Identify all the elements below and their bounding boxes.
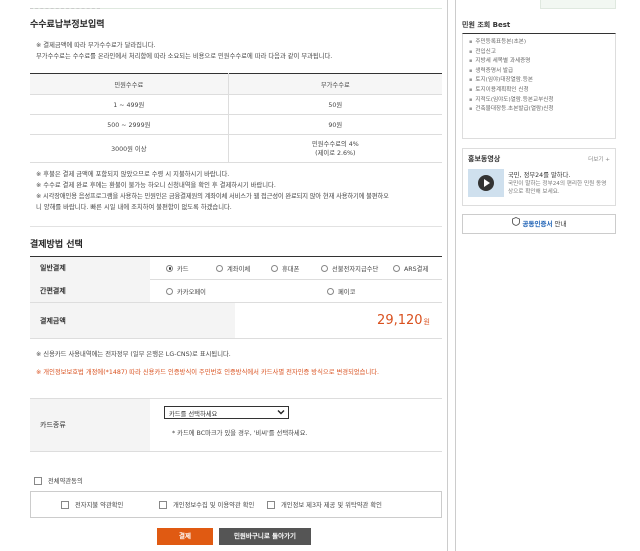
video-thumbnail[interactable] bbox=[468, 169, 504, 197]
main-content: 수수료납부정보입력 ※ 결제금액에 따라 부가수수료가 달라집니다. 부가수수료… bbox=[30, 0, 442, 551]
agreements-box: 전자지불 약관확인 개인정보수집 및 이용약관 확인 개인정보 제3자 제공 및… bbox=[30, 491, 442, 518]
radio-bank-transfer-label: 계좌이체 bbox=[227, 266, 251, 273]
agree-privacy-label: 개인정보수집 및 이용약관 확인 bbox=[173, 502, 255, 509]
best-item[interactable]: 지방세 세목별 과세증명 bbox=[469, 57, 554, 67]
best-item[interactable]: 생력증명서 발급 bbox=[469, 67, 554, 77]
more-link[interactable]: 더보기 + bbox=[588, 155, 610, 163]
payment-amount-unit: 원 bbox=[423, 318, 430, 326]
warning-4: 니 양해를 바랍니다. 빠른 시일 내에 조치하여 불편함이 없도록 하겠습니다… bbox=[36, 204, 232, 211]
card-type-label: 카드종류 bbox=[40, 421, 66, 429]
fee-table-cell: 90원 bbox=[228, 114, 442, 135]
section-rule bbox=[30, 226, 442, 227]
best-item[interactable]: 토지이용계획확인 신청 bbox=[469, 86, 554, 96]
general-payment-label: 일반결제 bbox=[40, 264, 66, 272]
fee-table-cell: 50원 bbox=[228, 94, 442, 115]
divider bbox=[455, 0, 456, 551]
radio-bank-transfer[interactable]: 계좌이체 bbox=[216, 264, 250, 273]
agree-third-party-label: 개인정보 제3자 제공 및 위탁약관 확인 bbox=[281, 502, 382, 509]
radio-prepaid-label: 선불전자지급수단 bbox=[332, 266, 379, 273]
general-payment-label-cell: 일반결제 bbox=[30, 257, 150, 279]
card-note: ※ 신용카드 사용내역에는 전자정부 (일부 은행은 LG-CNS)로 표시됩니… bbox=[36, 351, 231, 358]
agree-all-checkbox[interactable]: 전체약관동의 bbox=[34, 476, 83, 485]
card-select[interactable]: 카드를 선택하세요 bbox=[164, 406, 289, 419]
agree-privacy-checkbox[interactable]: 개인정보수집 및 이용약관 확인 bbox=[159, 500, 254, 509]
payment-amount-value: 29,120 bbox=[377, 313, 423, 328]
radio-prepaid[interactable]: 선불전자지급수단 bbox=[321, 264, 378, 273]
fee-note-1: ※ 결제금액에 따라 부가수수료가 달라집니다. bbox=[36, 42, 156, 49]
best-list-box: 주민등록표등본(초본) 전입신고 지방세 세목별 과세증명 생력증명서 발급 토… bbox=[462, 33, 616, 139]
radio-card[interactable]: 카드 bbox=[166, 264, 189, 273]
amount-label-cell: 결제금액 bbox=[30, 303, 235, 338]
best-item[interactable]: 주민등록표등본(초본) bbox=[469, 38, 554, 48]
warning-2: ※ 수수료 결제 완료 후에는 환불이 불가능 하오니 신청내역을 확인 후 결… bbox=[36, 182, 276, 189]
best-item[interactable]: 토지(임야)대장열람.등본 bbox=[469, 76, 554, 86]
warning-3: ※ 시각장애인용 음성프로그램을 사용하는 민원인은 금융결제원의 계좌이체 서… bbox=[36, 193, 389, 200]
shield-icon bbox=[511, 215, 520, 233]
payment-amount: 29,120원 bbox=[377, 313, 430, 328]
fee-table-cell: 500 ~ 2999원 bbox=[30, 114, 229, 135]
best-item[interactable]: 전입신고 bbox=[469, 48, 554, 58]
fee-table-header: 민원수수료 bbox=[30, 73, 229, 95]
best-title: 민원 조회 Best bbox=[462, 21, 511, 29]
radio-ars[interactable]: ARS결제 bbox=[393, 264, 428, 273]
fee-table-cell: 민원수수료의 4% (제이로 2.6%) bbox=[228, 134, 442, 163]
back-to-basket-button[interactable]: 민원바구니로 돌아가기 bbox=[219, 528, 311, 545]
fee-section-title: 수수료납부정보입력 bbox=[30, 20, 105, 30]
card-type-row: 카드종류 카드를 선택하세요 * 카드에 BC마크가 있을 경우, '비씨'를 … bbox=[30, 398, 442, 452]
amount-label: 결제금액 bbox=[40, 316, 66, 325]
best-item[interactable]: 건축물대장등.초본발급(열람)신청 bbox=[469, 105, 553, 115]
divider bbox=[447, 0, 448, 551]
fee-table: 민원수수료 부가수수료 1 ~ 499원 50원 500 ~ 2999원 90원… bbox=[30, 73, 442, 163]
simple-payment-label: 간편결제 bbox=[40, 286, 66, 295]
fee-table-cell-value: 민원수수료의 4% bbox=[311, 140, 359, 148]
chevron-down-icon bbox=[277, 408, 285, 418]
radio-payco[interactable]: 페이코 bbox=[327, 287, 355, 296]
pay-button[interactable]: 결제 bbox=[157, 528, 213, 545]
radio-payco-label: 페이코 bbox=[338, 289, 356, 296]
agree-third-party-checkbox[interactable]: 개인정보 제3자 제공 및 위탁약관 확인 bbox=[267, 500, 382, 509]
agree-all-label: 전체약관동의 bbox=[48, 478, 83, 485]
cert-suffix: 안내 bbox=[552, 220, 567, 228]
amount-row: 결제금액 29,120원 bbox=[30, 303, 442, 339]
card-type-label-cell: 카드종류 bbox=[30, 399, 150, 451]
cert-button[interactable]: 공동인증서 안내 bbox=[462, 214, 616, 234]
simple-payment-row: 간편결제 카카오페이 페이코 bbox=[30, 279, 442, 303]
radio-kakaopay-label: 카카오페이 bbox=[177, 289, 206, 296]
agree-payment-terms-checkbox[interactable]: 전자지불 약관확인 bbox=[61, 500, 123, 509]
radio-mobile-label: 휴대폰 bbox=[282, 266, 300, 273]
warning-1: ※ 후불은 결제 금액에 포함되지 않았으므로 수령 시 지불하시기 바랍니다. bbox=[36, 171, 230, 178]
simple-payment-label-cell: 간편결제 bbox=[30, 279, 150, 302]
fee-table-cell-sub: (제이로 2.6%) bbox=[315, 149, 356, 157]
radio-kakaopay[interactable]: 카카오페이 bbox=[166, 287, 206, 296]
best-list: 주민등록표등본(초본) 전입신고 지방세 세목별 과세증명 생력증명서 발급 토… bbox=[469, 38, 554, 115]
fee-table-cell: 3000원 이상 bbox=[30, 134, 229, 163]
sidebar: 민원 조회 Best 주민등록표등본(초본) 전입신고 지방세 세목별 과세증명… bbox=[462, 0, 618, 551]
card-hint: * 카드에 BC마크가 있을 경우, '비씨'를 선택하세요. bbox=[172, 430, 308, 437]
general-payment-row: 일반결제 카드 계좌이체 휴대폰 선불전자지급수단 ARS결제 bbox=[30, 256, 442, 280]
video-desc: 국민이 말하는 정부24의 편리한 민원 동영상으로 확인해 보세요. bbox=[508, 181, 607, 195]
dotted-rule bbox=[30, 8, 100, 9]
video-heading[interactable]: 국민, 정부24를 말하다. bbox=[508, 170, 570, 179]
best-item[interactable]: 지적도(임야도)열람.등본교부신청 bbox=[469, 96, 553, 106]
card-select-value: 카드를 선택하세요 bbox=[169, 411, 218, 418]
card-red-note: ※ 개인정보보호법 개정에(*1487) 따라 신용카드 인증방식이 주민번호 … bbox=[36, 369, 380, 376]
fee-table-header: 부가수수료 bbox=[228, 73, 442, 95]
fee-table-cell: 1 ~ 499원 bbox=[30, 94, 229, 115]
radio-ars-label: ARS결제 bbox=[404, 266, 429, 273]
radio-card-label: 카드 bbox=[177, 266, 189, 273]
radio-mobile[interactable]: 휴대폰 bbox=[271, 264, 299, 273]
payment-section-title: 결제방법 선택 bbox=[30, 240, 83, 250]
cert-label: 공동인증서 bbox=[522, 220, 553, 228]
agree-payment-terms-label: 전자지불 약관확인 bbox=[75, 502, 124, 509]
video-title: 홍보동영상 bbox=[468, 155, 501, 163]
fee-note-2: 부가수수료는 수수료를 온라인에서 처리함에 따라 소요되는 비용으로 민원수수… bbox=[36, 53, 333, 60]
play-icon bbox=[477, 174, 495, 194]
video-box: 홍보동영상 더보기 + 국민, 정부24를 말하다. 국민이 말하는 정부24의… bbox=[462, 148, 616, 206]
